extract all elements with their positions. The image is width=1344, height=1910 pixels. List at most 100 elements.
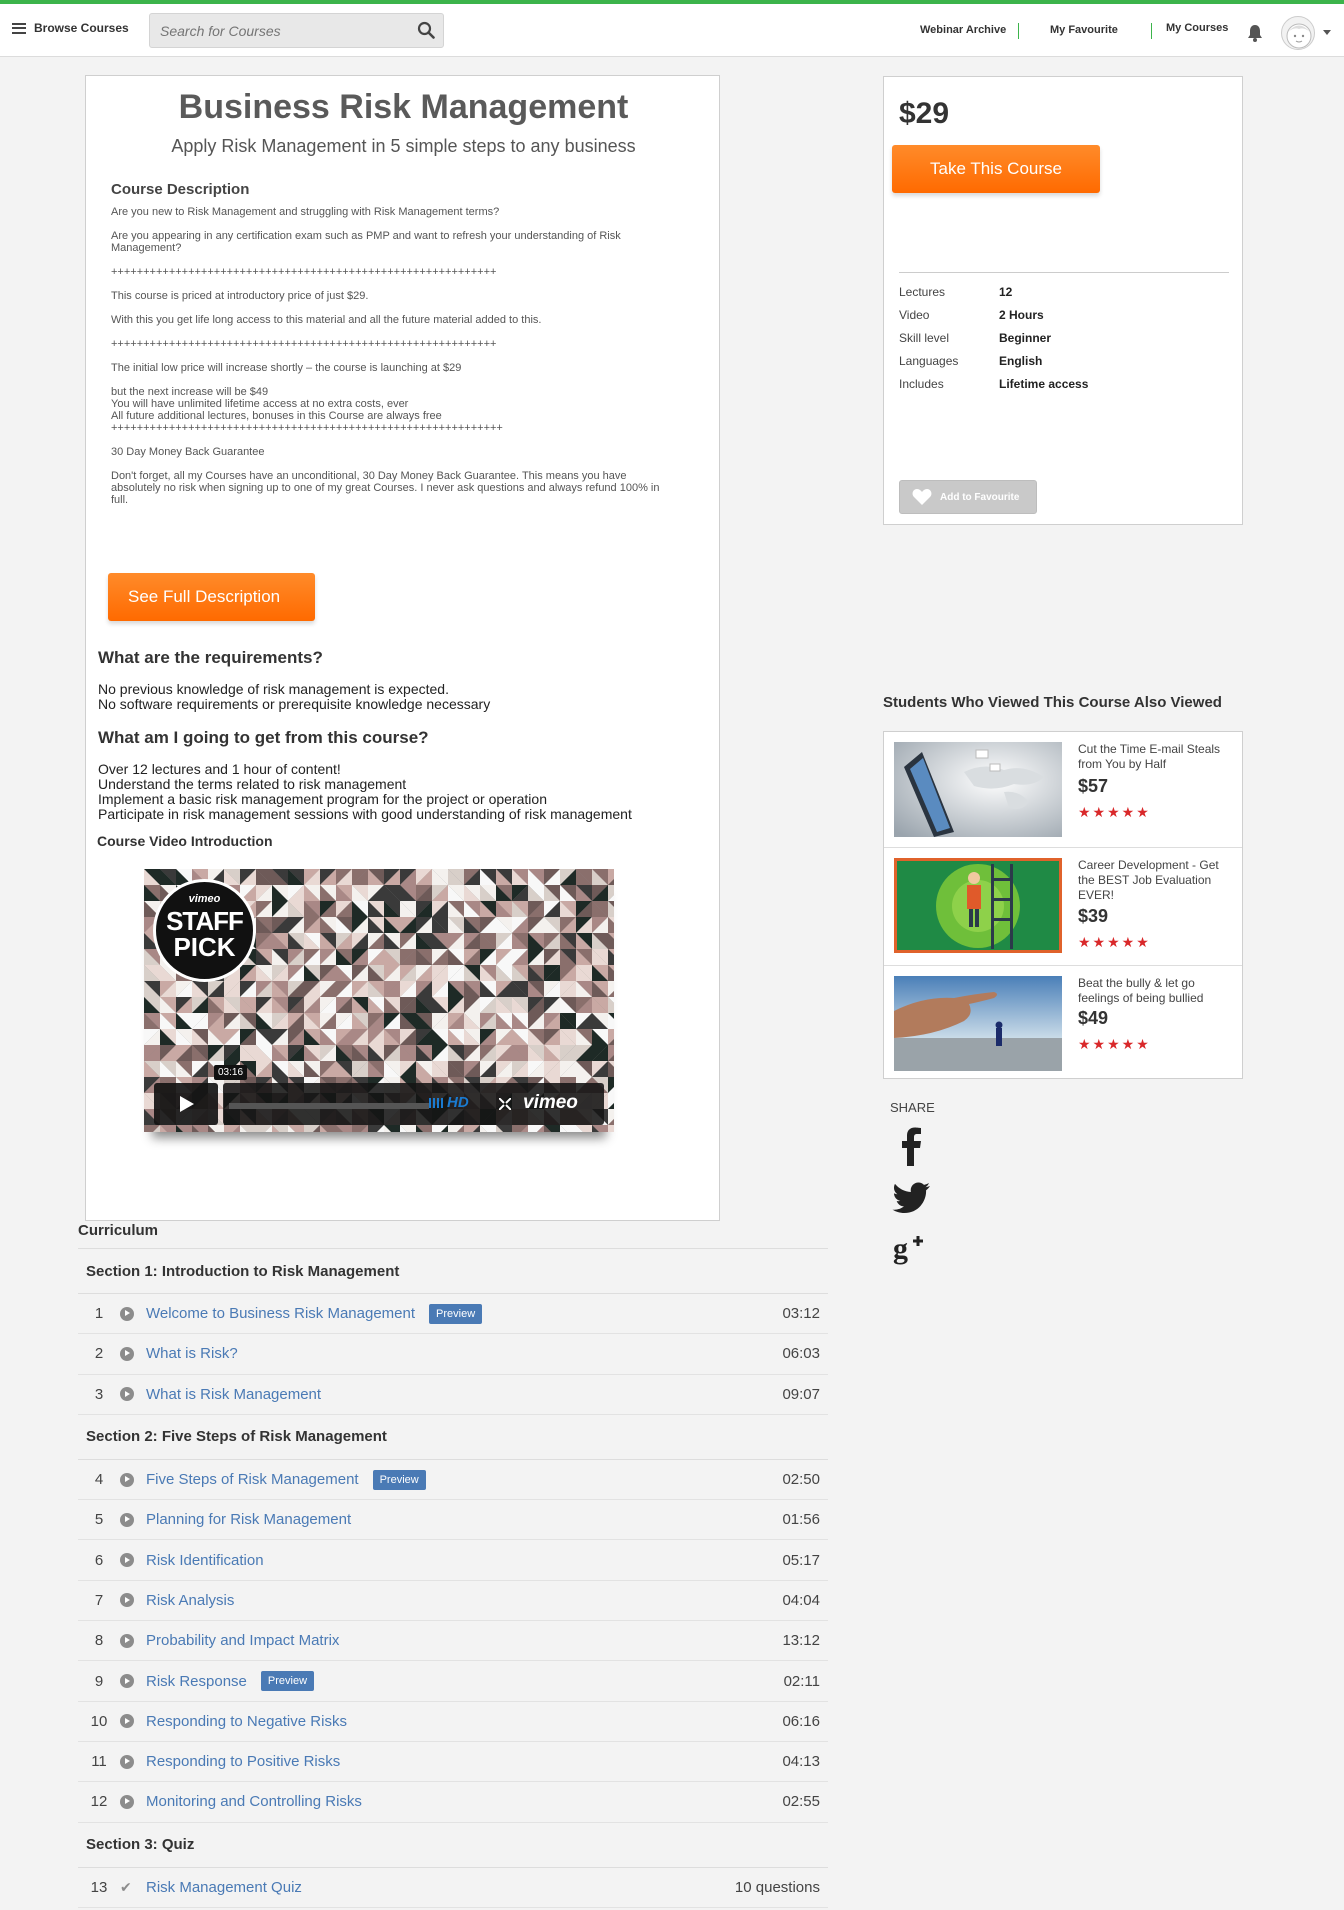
also-viewed-heading: Students Who Viewed This Course Also Vie… xyxy=(883,694,1222,711)
lecture-title-link[interactable]: Risk Identification xyxy=(146,1552,264,1569)
my-favourite-link[interactable]: My Favourite xyxy=(1050,24,1118,36)
requirements-heading: What are the requirements? xyxy=(98,648,323,667)
bell-icon[interactable] xyxy=(1247,24,1263,42)
lecture-row[interactable]: 8 Probability and Impact Matrix 13:12 xyxy=(78,1621,828,1662)
search-box xyxy=(149,13,444,48)
section-header: Section 3: Quiz xyxy=(78,1823,828,1868)
related-course-title[interactable]: Cut the Time E-mail Steals from You by H… xyxy=(1078,742,1238,772)
stat-label: Skill level xyxy=(899,331,950,345)
volume-icon[interactable] xyxy=(429,1096,443,1110)
lecture-row[interactable]: 7 Risk Analysis 04:04 xyxy=(78,1581,828,1622)
question-count: 10 questions xyxy=(734,1878,820,1896)
webinar-archive-link[interactable]: Webinar Archive xyxy=(920,24,1006,36)
stat-row: Video 2 Hours xyxy=(899,308,1088,331)
my-courses-link[interactable]: My Courses xyxy=(1166,22,1228,34)
lecture-title-link[interactable]: Probability and Impact Matrix xyxy=(146,1632,339,1649)
play-button[interactable] xyxy=(154,1083,218,1125)
course-title: Business Risk Management xyxy=(178,88,629,126)
related-course-card[interactable]: Cut the Time E-mail Steals from You by H… xyxy=(884,732,1242,848)
lecture-row[interactable]: 2 What is Risk? 06:03 xyxy=(78,1334,828,1375)
lecture-number: 3 xyxy=(94,1385,104,1403)
lecture-row[interactable]: 4 Five Steps of Risk Management Preview 02:… xyxy=(78,1460,828,1501)
course-thumbnail[interactable] xyxy=(894,976,1062,1071)
lecture-number: 9 xyxy=(94,1672,104,1690)
browse-courses-button[interactable]: Browse Courses xyxy=(12,21,129,35)
related-course-card[interactable]: Career Development - Get the BEST Job Ev… xyxy=(884,848,1242,966)
user-face-icon xyxy=(1286,23,1312,49)
hd-toggle[interactable]: HD xyxy=(447,1094,469,1111)
google-plus-icon[interactable]: g xyxy=(892,1228,932,1268)
twitter-icon[interactable] xyxy=(892,1178,932,1218)
description-paragraph: but the next increase will be $49 You wi… xyxy=(111,386,503,434)
preview-button[interactable]: Preview xyxy=(429,1303,483,1324)
stat-label: Languages xyxy=(899,354,959,368)
lecture-title-link[interactable]: Risk Response xyxy=(146,1673,247,1690)
lecture-title-link[interactable]: Responding to Positive Risks xyxy=(146,1753,340,1770)
lecture-number: 13 xyxy=(90,1878,108,1896)
curriculum-list: Section 1: Introduction to Risk Manageme… xyxy=(78,1248,828,1908)
lecture-row[interactable]: 6 Risk Identification 05:17 xyxy=(78,1540,828,1581)
video-progress-track[interactable]: HD vimeo xyxy=(223,1083,604,1125)
add-to-favourite-label: Add to Favourite xyxy=(940,491,1020,503)
related-course-title[interactable]: Career Development - Get the BEST Job Ev… xyxy=(1078,858,1238,903)
lecture-title-link[interactable]: Responding to Negative Risks xyxy=(146,1713,347,1730)
lecture-title-link[interactable]: What is Risk? xyxy=(146,1345,238,1362)
lecture-row[interactable]: 5 Planning for Risk Management 01:56 xyxy=(78,1500,828,1541)
lecture-row[interactable]: 9 Risk Response Preview 02:11 xyxy=(78,1661,828,1702)
fullscreen-icon[interactable] xyxy=(499,1098,511,1110)
lecture-row[interactable]: 11 Responding to Positive Risks 04:13 xyxy=(78,1742,828,1783)
progress-bar[interactable] xyxy=(229,1103,429,1109)
lecture-row[interactable]: 10 Responding to Negative Risks 06:16 xyxy=(78,1702,828,1742)
avatar[interactable] xyxy=(1281,16,1315,50)
course-thumbnail[interactable] xyxy=(894,742,1062,837)
lecture-title-link[interactable]: Risk Management Quiz xyxy=(146,1879,302,1896)
nav-divider xyxy=(1151,23,1152,39)
lecture-duration: 13:12 xyxy=(782,1632,820,1650)
vimeo-logo[interactable]: vimeo xyxy=(523,1092,578,1114)
section-header: Section 2: Five Steps of Risk Management xyxy=(78,1415,828,1460)
lecture-row[interactable]: 3 What is Risk Management 09:07 xyxy=(78,1375,828,1415)
lecture-title-link[interactable]: Monitoring and Controlling Risks xyxy=(146,1793,362,1810)
related-course-title[interactable]: Beat the bully & let go feelings of bein… xyxy=(1078,976,1238,1006)
facebook-icon[interactable] xyxy=(892,1126,932,1166)
lecture-title-link[interactable]: Welcome to Business Risk Management xyxy=(146,1305,415,1322)
description-paragraph: Don't forget, all my Courses have an unc… xyxy=(111,470,660,506)
outcome-item: Over 12 lectures and 1 hour of content! xyxy=(98,761,341,777)
outcomes-list: Over 12 lectures and 1 hour of content! … xyxy=(98,762,632,822)
quiz-row[interactable]: 13 ✔ Risk Management Quiz 10 questions xyxy=(78,1868,828,1908)
browse-courses-label: Browse Courses xyxy=(34,21,129,35)
course-thumbnail[interactable] xyxy=(894,858,1062,953)
lecture-title-link[interactable]: Five Steps of Risk Management xyxy=(146,1471,359,1488)
lecture-duration: 02:50 xyxy=(782,1471,820,1489)
lecture-title-link[interactable]: Risk Analysis xyxy=(146,1592,234,1609)
preview-button[interactable]: Preview xyxy=(372,1469,426,1490)
stat-label: Lectures xyxy=(899,285,946,299)
course-stats: Lectures 12 Video 2 Hours Skill level Begin… xyxy=(899,285,1088,400)
play-circle-icon xyxy=(120,1387,134,1402)
chevron-down-icon[interactable] xyxy=(1323,30,1331,35)
preview-button[interactable]: Preview xyxy=(260,1671,315,1692)
also-viewed-list: Cut the Time E-mail Steals from You by H… xyxy=(883,731,1243,1079)
take-this-course-button[interactable]: Take This Course xyxy=(892,145,1100,193)
search-input[interactable] xyxy=(150,14,390,47)
see-full-description-button[interactable]: See Full Description xyxy=(108,573,315,621)
lecture-row[interactable]: 1 Welcome to Business Risk Management Prev… xyxy=(78,1294,828,1335)
stat-row: Skill level Beginner xyxy=(899,331,1088,354)
lecture-duration: 06:16 xyxy=(782,1712,820,1730)
lecture-row[interactable]: 12 Monitoring and Controlling Risks 02:55 xyxy=(78,1782,828,1823)
course-price: $29 xyxy=(899,97,950,130)
search-icon[interactable] xyxy=(417,21,435,39)
lecture-title-link[interactable]: What is Risk Management xyxy=(146,1386,321,1403)
add-to-favourite-button[interactable]: Add to Favourite xyxy=(899,480,1037,514)
nav-divider xyxy=(1018,23,1019,39)
related-course-card[interactable]: Beat the bully & let go feelings of bein… xyxy=(884,966,1242,1079)
menu-icon xyxy=(12,22,26,34)
email-map-image xyxy=(894,742,1062,837)
lecture-duration: 09:07 xyxy=(782,1385,820,1403)
outcome-item: Implement a basic risk management progra… xyxy=(98,791,547,807)
play-circle-icon xyxy=(120,1674,134,1689)
stat-value: Lifetime access xyxy=(999,377,1089,391)
description-paragraph: Are you new to Risk Management and strug… xyxy=(111,206,500,218)
intro-video-player[interactable]: vimeo STAFF PICK 03:16 HD vimeo xyxy=(144,869,614,1132)
lecture-title-link[interactable]: Planning for Risk Management xyxy=(146,1511,351,1528)
